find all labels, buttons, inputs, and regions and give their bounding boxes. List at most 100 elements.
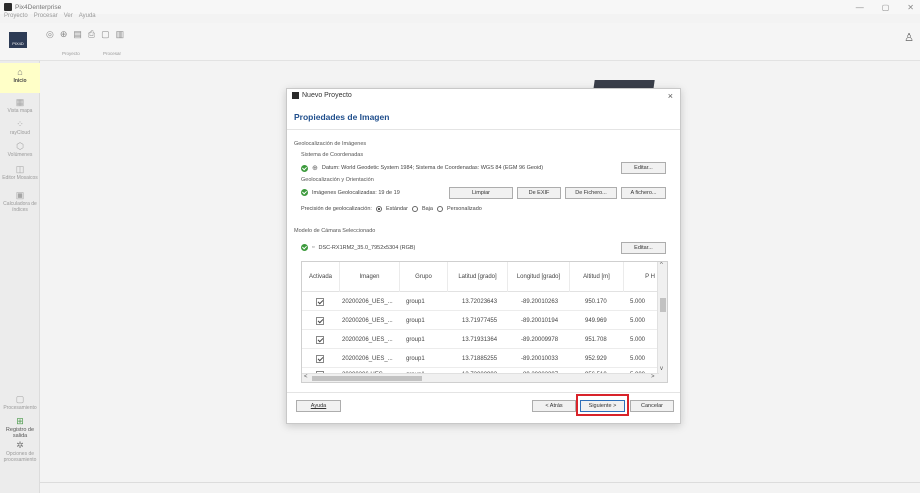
menu-bar: Proyecto Procesar Ver Ayuda — [0, 13, 96, 23]
row-checkbox[interactable] — [316, 330, 324, 349]
cell-latitud: 13.72023643 — [462, 298, 498, 305]
row-checkbox[interactable] — [316, 292, 324, 311]
cell-precision: 5.000 — [630, 298, 646, 305]
radio-custom-label: Personalizado — [446, 206, 482, 212]
index-calculator-icon: ▣ — [15, 190, 25, 200]
toolbar-icons: ◎ ⊕ ▤ ⎙ ▢ ▥ — [46, 29, 124, 40]
to-file-button[interactable]: A fichero... — [621, 187, 666, 199]
checkbox-checked-icon[interactable] — [316, 335, 324, 344]
menu-procesar[interactable]: Procesar — [34, 13, 58, 23]
app-logo-icon — [4, 3, 12, 11]
col-grupo[interactable]: Grupo — [400, 262, 448, 292]
sidebar-item-volumenes[interactable]: ⬡ Volúmenes — [0, 141, 40, 158]
col-imagen[interactable]: Imagen — [340, 262, 400, 292]
window-controls: — ▢ ✕ — [856, 3, 914, 12]
cell-precision: 5.000 — [630, 317, 646, 324]
edit-coordinates-button[interactable]: Editar... — [621, 162, 666, 174]
vertical-scrollbar[interactable]: ^ v — [657, 262, 667, 382]
clear-button[interactable]: Limpiar — [449, 187, 513, 199]
cell-imagen: 20200206_UES_... — [342, 336, 393, 343]
back-button[interactable]: < Atrás — [532, 400, 576, 412]
ok-check-icon — [301, 189, 308, 196]
radio-custom[interactable] — [436, 206, 443, 212]
camera-group-label: Modelo de Cámara Seleccionado — [294, 228, 376, 234]
scroll-right-icon[interactable]: > — [651, 374, 655, 380]
row-checkbox[interactable] — [316, 349, 324, 368]
page-title: Propiedades de Imagen — [294, 112, 390, 122]
scroll-down-icon[interactable]: v — [660, 366, 663, 372]
toolbar: PIX4D ◎ ⊕ ▤ ⎙ ▢ ▥ Proyecto Procesar ♙ — [0, 23, 920, 61]
table-header: Activada Imagen Grupo Latitud [grado] Lo… — [302, 262, 667, 292]
col-precision[interactable]: P H — [624, 262, 659, 292]
menu-ver[interactable]: Ver — [64, 13, 73, 23]
checkbox-checked-icon[interactable] — [316, 354, 324, 363]
minimize-icon[interactable]: — — [856, 3, 864, 12]
checkbox-checked-icon[interactable] — [316, 297, 324, 306]
col-altitud[interactable]: Altitud [m] — [570, 262, 624, 292]
from-exif-button[interactable]: De EXIF — [517, 187, 561, 199]
map-icon: ▦ — [15, 97, 25, 107]
scroll-left-icon[interactable]: < — [304, 374, 308, 380]
sidebar-item-procesamiento[interactable]: ▢ Procesamiento — [0, 394, 40, 411]
sidebar-item-inicio[interactable]: ⌂ Inicio — [0, 63, 40, 93]
pix4d-logo-icon: PIX4D — [9, 32, 27, 48]
datum-text: Datum: World Geodetic System 1984; Siste… — [321, 165, 544, 171]
table-row[interactable]: 20200206_UES_... group1 13.71885255 -89.… — [302, 349, 657, 368]
sidebar-item-vista-mapa[interactable]: ▦ Vista mapa — [0, 97, 40, 114]
cell-altitud: 952.929 — [585, 355, 607, 362]
menu-ayuda[interactable]: Ayuda — [79, 13, 96, 23]
vertical-scroll-thumb[interactable] — [660, 298, 666, 312]
dialog-app-icon — [292, 92, 299, 99]
menu-proyecto[interactable]: Proyecto — [4, 13, 28, 23]
from-file-button[interactable]: De Fichero... — [565, 187, 617, 199]
radio-standard[interactable] — [375, 206, 382, 212]
col-longitud[interactable]: Longitud [grado] — [508, 262, 570, 292]
cancel-button[interactable]: Cancelar — [630, 400, 674, 412]
coordinate-system-label: Sistema de Coordenadas — [301, 152, 364, 158]
footer-divider — [287, 392, 680, 393]
cell-grupo: group1 — [406, 298, 425, 305]
home-icon: ⌂ — [17, 67, 23, 77]
geolocation-group-label: Geolocalización de Imágenes — [294, 141, 367, 147]
row-checkbox[interactable] — [316, 311, 324, 330]
table-row[interactable]: 20200206_UES_... group1 13.71931364 -89.… — [302, 330, 657, 349]
close-window-icon[interactable]: ✕ — [907, 3, 914, 12]
ok-check-icon — [301, 164, 308, 172]
dialog-close-icon[interactable]: × — [668, 91, 673, 101]
status-divider — [40, 482, 920, 483]
user-icon[interactable]: ♙ — [904, 31, 914, 44]
col-latitud[interactable]: Latitud [grado] — [448, 262, 508, 292]
new-project-icon[interactable]: ◎ — [46, 29, 54, 40]
horizontal-scrollbar[interactable]: < > — [302, 373, 659, 382]
sidebar-item-registro[interactable]: ⊞ Registro de salida — [0, 416, 40, 439]
sidebar-item-raycloud[interactable]: ⁘ rayCloud — [0, 119, 40, 136]
images-table: Activada Imagen Grupo Latitud [grado] Lo… — [301, 261, 668, 383]
cell-grupo: group1 — [406, 336, 425, 343]
sidebar-item-editor-mosaicos[interactable]: ◫ Editor Mosaicos — [0, 164, 40, 181]
cell-altitud: 951.708 — [585, 336, 607, 343]
settings-icon[interactable]: ▥ — [116, 29, 125, 40]
checkbox-checked-icon[interactable] — [316, 316, 324, 325]
help-button[interactable]: Ayuda — [296, 400, 341, 412]
cell-altitud: 950.170 — [585, 298, 607, 305]
sidebar-item-opciones[interactable]: ✲ Opciones de procesamiento — [0, 440, 40, 463]
cell-imagen: 20200206_UES_... — [342, 355, 393, 362]
maximize-icon[interactable]: ▢ — [882, 3, 890, 12]
open-project-icon[interactable]: ⊕ — [60, 29, 68, 40]
table-row[interactable]: 20200206_UES_... group1 13.71977455 -89.… — [302, 311, 657, 330]
cell-altitud: 949.969 — [585, 317, 607, 324]
print-icon[interactable]: ⎙ — [88, 29, 95, 40]
divider — [287, 129, 680, 130]
horizontal-scroll-thumb[interactable] — [312, 376, 422, 381]
cell-imagen: 20200206_UES_... — [342, 317, 393, 324]
toolbar-group-procesar: Procesar — [103, 51, 122, 56]
col-activada[interactable]: Activada — [302, 262, 340, 292]
scroll-up-icon[interactable]: ^ — [660, 262, 663, 268]
sidebar-item-calculadora[interactable]: ▣ Calculadora de índices — [0, 190, 40, 213]
edit-camera-button[interactable]: Editar... — [621, 242, 666, 254]
radio-low[interactable] — [411, 206, 418, 212]
table-row[interactable]: 20200206_UES_... group1 13.72023643 -89.… — [302, 292, 657, 311]
window-icon[interactable]: ▢ — [101, 29, 110, 40]
camera-icon: ▫ — [312, 244, 315, 251]
document-icon[interactable]: ▤ — [73, 29, 82, 40]
